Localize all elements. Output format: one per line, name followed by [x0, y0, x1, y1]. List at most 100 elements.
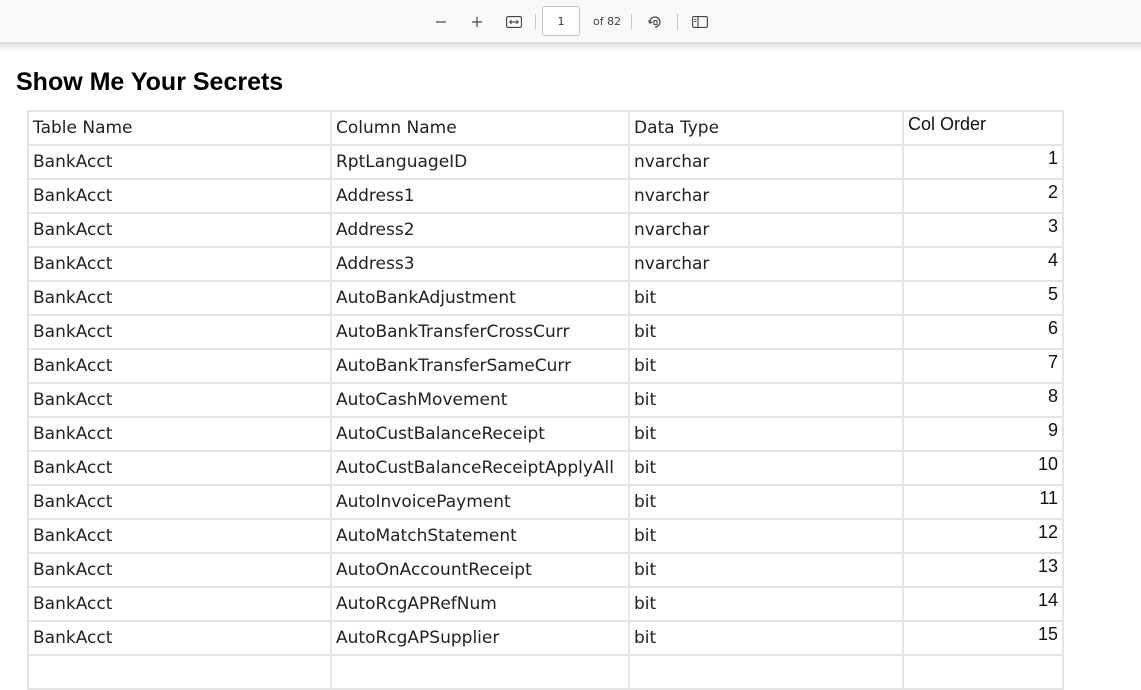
cell-table-name: BankAcct	[27, 212, 332, 248]
header-data-type: Data Type	[628, 110, 904, 146]
two-page-view-icon	[692, 16, 708, 28]
table-row: BankAcct Address2 nvarchar 3	[27, 212, 1064, 248]
rotate-icon	[647, 16, 661, 28]
cell-data-type: bit	[628, 314, 904, 350]
table-row: BankAcct AutoCustBalanceReceiptApplyAll bi…	[27, 450, 1064, 486]
cell-data-type: bit	[628, 382, 904, 418]
plus-icon	[472, 17, 482, 27]
cell-table-name: BankAcct	[27, 552, 332, 588]
cell-table-name: BankAcct	[27, 382, 332, 418]
table-row: BankAcct AutoRcgAPRefNum bit 14	[27, 586, 1064, 622]
minus-icon	[436, 21, 446, 23]
table-row: BankAcct AutoMatchStatement bit 12	[27, 518, 1064, 554]
document-page: Show Me Your Secrets Table Name Column N…	[0, 52, 1141, 690]
cell-column-name: AutoInvoicePayment	[330, 484, 630, 520]
cell-column-name: AutoOnAccountReceipt	[330, 552, 630, 588]
cell-column-name: AutoBankTransferCrossCurr	[330, 314, 630, 350]
cell-column-name: Address3	[330, 246, 630, 282]
table-row	[27, 654, 1064, 690]
zoom-in-button[interactable]	[463, 9, 491, 35]
cell-col-order: 6	[902, 314, 1064, 350]
page-number-input[interactable]	[542, 6, 580, 36]
cell-col-order: 14	[902, 586, 1064, 622]
cell-data-type: bit	[628, 518, 904, 554]
table-row: BankAcct Address1 nvarchar 2	[27, 178, 1064, 214]
table-row: BankAcct AutoBankTransferCrossCurr bit 6	[27, 314, 1064, 350]
header-column-name: Column Name	[330, 110, 630, 146]
table-row: BankAcct AutoBankAdjustment bit 5	[27, 280, 1064, 316]
cell-col-order: 12	[902, 518, 1064, 554]
cell-col-order: 9	[902, 416, 1064, 452]
table-row: BankAcct RptLanguageID nvarchar 1	[27, 144, 1064, 180]
cell-table-name: BankAcct	[27, 620, 332, 656]
cell-col-order: 1	[902, 144, 1064, 180]
cell-data-type: bit	[628, 280, 904, 316]
cell-table-name: BankAcct	[27, 484, 332, 520]
cell-data-type	[628, 654, 904, 690]
cell-data-type: bit	[628, 586, 904, 622]
page-total-label: of 82	[593, 15, 622, 28]
table-body: Table Name Column Name Data Type Col Ord…	[27, 110, 1064, 690]
cell-table-name: BankAcct	[27, 450, 332, 486]
cell-data-type: bit	[628, 416, 904, 452]
pdf-toolbar: of 82	[0, 0, 1141, 43]
fit-to-width-button[interactable]	[500, 9, 528, 35]
table-row: BankAcct Address3 nvarchar 4	[27, 246, 1064, 282]
cell-col-order: 3	[902, 212, 1064, 248]
cell-table-name: BankAcct	[27, 348, 332, 384]
cell-table-name: BankAcct	[27, 144, 332, 180]
table-row: BankAcct AutoRcgAPSupplier bit 15	[27, 620, 1064, 656]
cell-column-name: AutoRcgAPRefNum	[330, 586, 630, 622]
cell-data-type: bit	[628, 450, 904, 486]
cell-col-order: 11	[902, 484, 1064, 520]
cell-data-type: nvarchar	[628, 246, 904, 282]
cell-col-order: 15	[902, 620, 1064, 656]
cell-table-name: BankAcct	[27, 416, 332, 452]
cell-col-order: 7	[902, 348, 1064, 384]
cell-table-name	[27, 654, 332, 690]
cell-data-type: nvarchar	[628, 178, 904, 214]
table-row: BankAcct AutoInvoicePayment bit 11	[27, 484, 1064, 520]
cell-column-name	[330, 654, 630, 690]
toolbar-divider	[631, 14, 632, 30]
cell-table-name: BankAcct	[27, 518, 332, 554]
cell-column-name: RptLanguageID	[330, 144, 630, 180]
zoom-out-button[interactable]	[427, 9, 455, 35]
cell-column-name: AutoMatchStatement	[330, 518, 630, 554]
toolbar-divider	[535, 14, 536, 30]
cell-col-order: 8	[902, 382, 1064, 418]
header-table-name: Table Name	[27, 110, 332, 146]
cell-data-type: bit	[628, 348, 904, 384]
page-title: Show Me Your Secrets	[16, 68, 284, 96]
fit-width-icon	[506, 16, 522, 28]
table-row: BankAcct AutoOnAccountReceipt bit 13	[27, 552, 1064, 588]
cell-column-name: AutoCustBalanceReceipt	[330, 416, 630, 452]
cell-column-name: AutoBankAdjustment	[330, 280, 630, 316]
cell-column-name: AutoBankTransferSameCurr	[330, 348, 630, 384]
cell-column-name: Address1	[330, 178, 630, 214]
cell-data-type: bit	[628, 484, 904, 520]
header-col-order: Col Order	[902, 110, 1064, 146]
cell-column-name: Address2	[330, 212, 630, 248]
table-row: BankAcct AutoBankTransferSameCurr bit 7	[27, 348, 1064, 384]
cell-data-type: nvarchar	[628, 212, 904, 248]
toolbar-shadow	[0, 42, 1141, 52]
table-row: BankAcct AutoCustBalanceReceipt bit 9	[27, 416, 1064, 452]
toolbar-divider	[677, 14, 678, 30]
cell-table-name: BankAcct	[27, 246, 332, 282]
cell-data-type: nvarchar	[628, 144, 904, 180]
table-row: BankAcct AutoCashMovement bit 8	[27, 382, 1064, 418]
rotate-button[interactable]	[641, 9, 669, 35]
cell-col-order: 4	[902, 246, 1064, 282]
cell-column-name: AutoCashMovement	[330, 382, 630, 418]
cell-col-order: 5	[902, 280, 1064, 316]
cell-table-name: BankAcct	[27, 178, 332, 214]
cell-data-type: bit	[628, 552, 904, 588]
data-table: Table Name Column Name Data Type Col Ord…	[27, 110, 1064, 690]
page-view-button[interactable]	[686, 9, 714, 35]
cell-column-name: AutoCustBalanceReceiptApplyAll	[330, 450, 630, 486]
cell-column-name: AutoRcgAPSupplier	[330, 620, 630, 656]
cell-col-order: 13	[902, 552, 1064, 588]
cell-col-order	[902, 654, 1064, 690]
cell-col-order: 10	[902, 450, 1064, 486]
